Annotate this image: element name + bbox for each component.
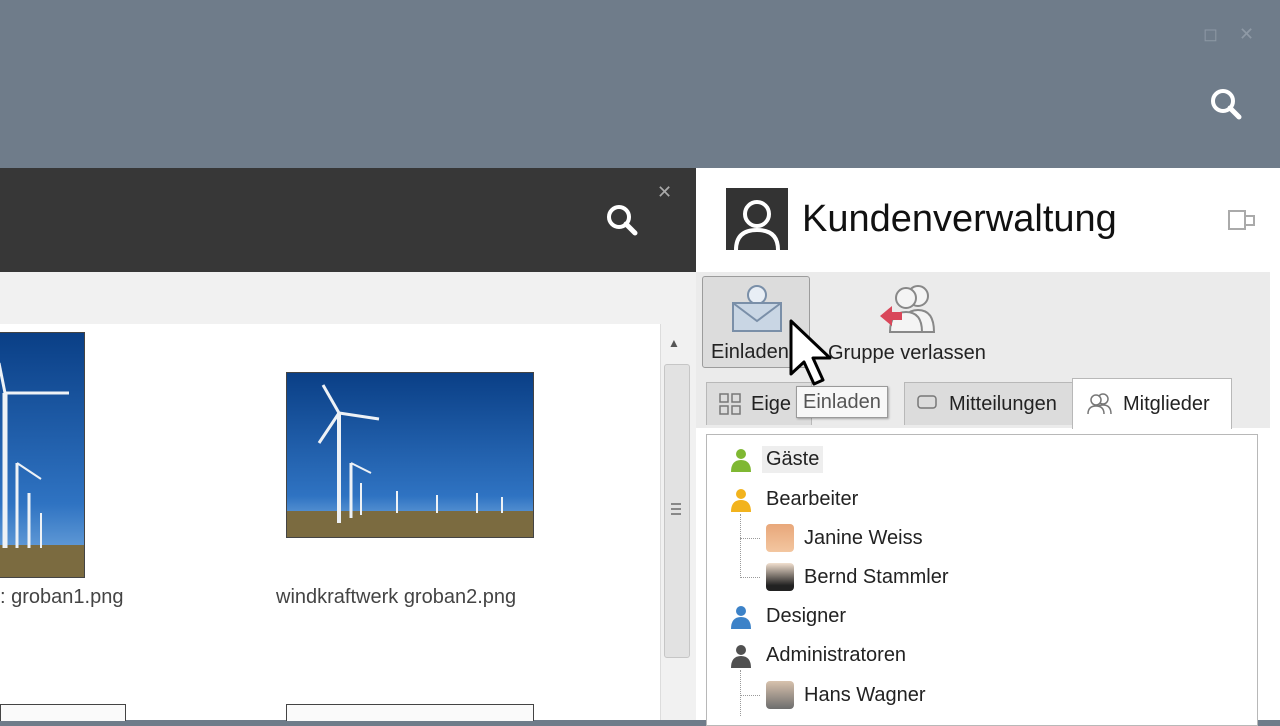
tree-connector	[740, 695, 760, 696]
avatar	[766, 681, 794, 709]
wind-turbine-image	[287, 373, 533, 537]
file-caption[interactable]: : groban1.png	[0, 586, 123, 609]
tree-group-designers[interactable]: Designer	[730, 603, 850, 630]
tab-label: Eige	[751, 392, 792, 415]
files-search-button[interactable]	[604, 202, 640, 238]
tab-label: Mitglieder	[1123, 392, 1210, 415]
envelope-user-icon	[732, 285, 782, 332]
files-close-button[interactable]: ✕	[657, 182, 672, 203]
tooltip: Einladen	[796, 386, 888, 418]
file-thumbnail[interactable]	[0, 332, 85, 578]
avatar	[766, 524, 794, 552]
scroll-up-arrow-icon[interactable]: ▲	[668, 336, 680, 350]
tree-label: Gäste	[762, 446, 824, 473]
user-icon	[734, 200, 780, 251]
guest-user-icon	[731, 448, 751, 472]
panel-detach-button[interactable]	[1228, 208, 1256, 232]
top-bar	[0, 0, 1280, 168]
scrollbar-thumb[interactable]	[664, 364, 690, 658]
tree-label: Administratoren	[766, 644, 907, 666]
tree-label: Hans Wagner	[804, 683, 926, 706]
group-avatar	[726, 188, 788, 251]
restore-window-button[interactable]: ◻	[1203, 24, 1218, 45]
tab-label: Mitteilungen	[949, 392, 1057, 415]
tree-connector	[740, 514, 741, 578]
tree-label: Bearbeiter	[766, 488, 859, 510]
file-caption[interactable]: windkraftwerk groban2.png	[276, 586, 516, 609]
group-panel: Kundenverwaltung Einladen Gruppe verlass…	[696, 168, 1280, 726]
avatar	[766, 563, 794, 591]
tree-label: Bernd Stammler	[804, 565, 949, 588]
file-thumbnail[interactable]	[286, 372, 534, 538]
file-thumbnail[interactable]	[0, 704, 126, 721]
message-icon	[917, 395, 937, 409]
tree-member[interactable]: Janine Weiss	[766, 524, 923, 552]
editor-user-icon	[731, 488, 751, 512]
global-search-button[interactable]	[1208, 86, 1244, 122]
tree-label: Janine Weiss	[804, 526, 923, 549]
files-header	[0, 168, 696, 272]
leave-group-icon	[880, 285, 936, 333]
wind-turbine-image	[0, 333, 84, 577]
tree-connector	[740, 670, 741, 716]
detach-icon	[1228, 210, 1255, 230]
tree-member[interactable]: Bernd Stammler	[766, 563, 949, 591]
grid-icon	[719, 393, 741, 415]
designer-user-icon	[731, 605, 751, 629]
close-window-button[interactable]: ✕	[1239, 24, 1254, 45]
tab-mitteilungen[interactable]: Mitteilungen	[904, 382, 1082, 425]
restore-icon: ◻	[1203, 24, 1218, 44]
leave-group-button[interactable]: Gruppe verlassen	[814, 276, 1004, 366]
close-icon: ✕	[1239, 24, 1255, 44]
members-icon	[1087, 393, 1112, 415]
tree-label: Designer	[766, 605, 847, 627]
tree-group-guests[interactable]: Gäste	[730, 446, 824, 473]
tree-connector	[740, 538, 760, 539]
panel-title: Kundenverwaltung	[802, 198, 1117, 240]
leave-group-label: Gruppe verlassen	[828, 342, 986, 364]
search-icon	[1211, 89, 1242, 120]
mouse-cursor-icon	[789, 319, 832, 386]
tree-member[interactable]: Hans Wagner	[766, 681, 926, 709]
tree-group-admins[interactable]: Administratoren	[730, 642, 910, 669]
close-icon: ✕	[657, 182, 673, 202]
admin-user-icon	[731, 644, 751, 668]
tree-connector	[740, 577, 760, 578]
search-icon	[607, 205, 638, 236]
tree-group-editors[interactable]: Bearbeiter	[730, 486, 862, 513]
invite-label: Einladen	[711, 341, 789, 363]
tab-mitglieder[interactable]: Mitglieder	[1072, 378, 1232, 429]
file-thumbnail[interactable]	[286, 704, 534, 721]
